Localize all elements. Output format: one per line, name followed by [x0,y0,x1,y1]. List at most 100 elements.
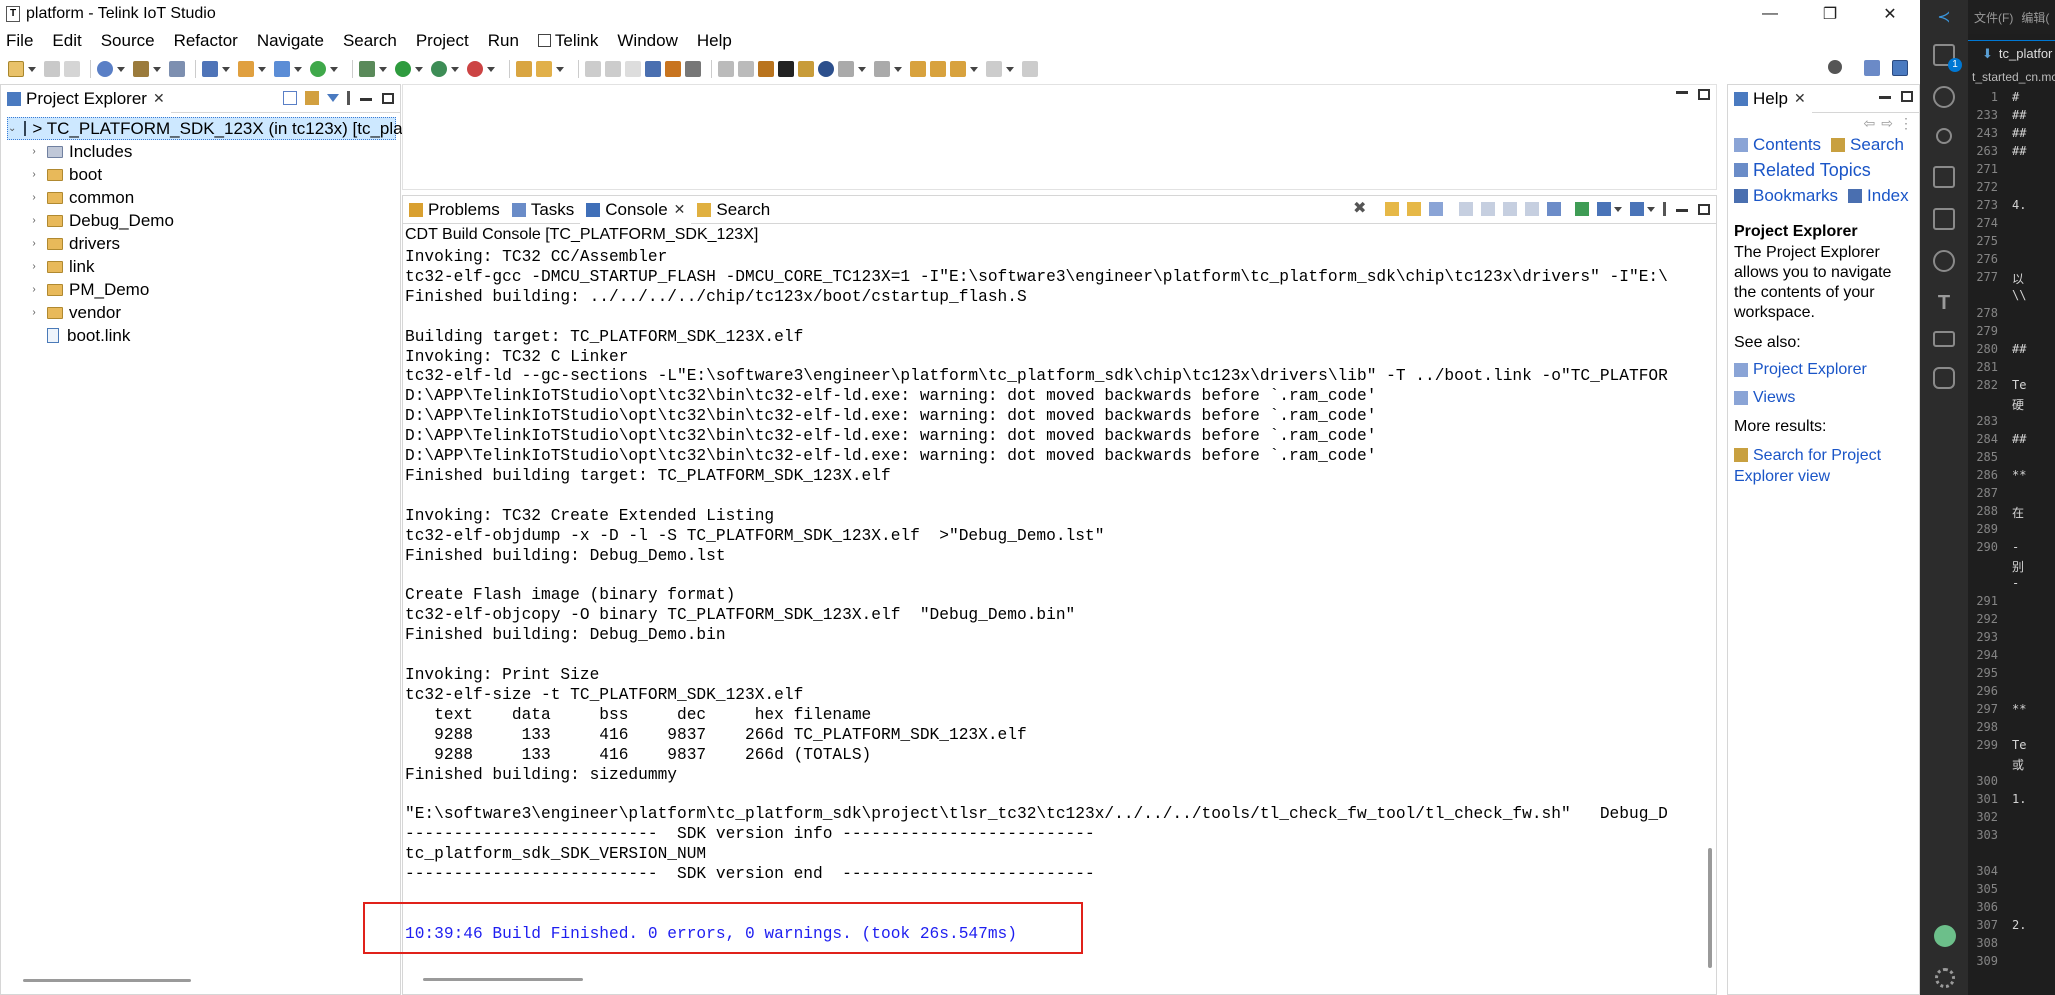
refresh-icon[interactable] [310,61,326,77]
tree-row-boot-link[interactable]: boot.link [1,324,400,347]
chip-icon[interactable] [665,61,681,77]
menu-edit[interactable]: Edit [52,31,81,51]
close-icon[interactable]: ✕ [674,201,686,218]
chevron-down-icon[interactable]: ⌄ [8,123,16,134]
maximize-icon[interactable] [1901,91,1913,102]
gear-icon[interactable] [97,61,113,77]
chevron-down-icon[interactable] [153,66,161,72]
vscode-menu-edit[interactable]: 编辑( [2021,9,2049,26]
restore-button[interactable]: ❐ [1800,0,1860,28]
tree-row-drivers[interactable]: › drivers [1,232,400,255]
vscode-menu-file[interactable]: 文件(F) [1974,9,2013,26]
build-all-icon[interactable] [169,61,185,77]
tree-row-common[interactable]: › common [1,186,400,209]
text-icon[interactable]: T [1920,292,1968,315]
avatar[interactable] [1934,925,1956,947]
tree-row-boot[interactable]: › boot [1,163,400,186]
copy-icon[interactable] [1459,202,1473,216]
chevron-down-icon[interactable] [415,66,423,72]
tab-help[interactable]: Help ✕ [1728,84,1812,113]
tree-row-includes[interactable]: › Includes [1,140,400,163]
console-select-icon[interactable] [1597,202,1611,216]
undo-icon[interactable] [718,61,734,77]
save-all-icon[interactable] [64,61,80,77]
activate-icon[interactable] [798,61,814,77]
collapse-all-icon[interactable] [283,91,297,105]
tab-tasks[interactable]: Tasks [506,196,580,224]
chevron-right-icon[interactable]: › [29,146,39,157]
menu-navigate[interactable]: Navigate [257,31,324,51]
chevron-down-icon[interactable] [222,66,230,72]
show-whitespace-icon[interactable] [625,61,641,77]
see-also-link-views[interactable]: Views [1753,389,1795,407]
pin-console-icon[interactable] [1525,202,1539,216]
menu-project[interactable]: Project [416,31,469,51]
vscode-editor-tab[interactable]: ⬇ tc_platfor [1968,40,2055,66]
tree-row-debug-demo[interactable]: › Debug_Demo [1,209,400,232]
search-icon[interactable] [1828,60,1842,74]
scroll-lock-icon[interactable] [1429,202,1443,216]
clear-console-icon[interactable] [1481,202,1495,216]
filter-icon[interactable] [327,94,339,102]
chevron-right-icon[interactable]: › [29,215,39,226]
pin-icon[interactable] [685,61,701,77]
chevron-right-icon[interactable]: › [29,307,39,318]
chevron-right-icon[interactable]: › [29,238,39,249]
close-button[interactable]: ✕ [1860,0,1920,28]
tab-console[interactable]: Console ✕ [580,195,692,224]
chevron-right-icon[interactable]: › [29,261,39,272]
timeline-activity[interactable] [1920,250,1968,272]
forward-icon[interactable]: ⇨ [1881,115,1893,132]
word-wrap-icon[interactable] [1503,202,1517,216]
search-for-view-link[interactable]: Search for Project Explorer view [1734,447,1881,485]
close-icon[interactable]: ✕ [1794,90,1806,107]
remote-activity[interactable] [1920,331,1968,347]
search-activity[interactable] [1920,86,1968,108]
toggle-mark-icon[interactable] [585,61,601,77]
save-icon[interactable] [44,61,60,77]
tree-row-vendor[interactable]: › vendor [1,301,400,324]
toggle-block-icon[interactable] [605,61,621,77]
chevron-down-icon[interactable] [487,66,495,72]
chevron-down-icon[interactable] [258,66,266,72]
gear-icon[interactable] [1935,968,1955,988]
contents-link[interactable]: Contents [1753,135,1821,155]
minimize-icon[interactable] [1676,91,1688,94]
chevron-right-icon[interactable]: › [29,284,39,295]
maximize-icon[interactable] [1698,203,1710,215]
menu-run[interactable]: Run [488,31,519,51]
chevron-down-icon[interactable] [330,66,338,72]
cpp-perspective-icon[interactable] [1892,60,1908,76]
menu-file[interactable]: File [6,31,33,51]
menu-help[interactable]: Help [697,31,732,51]
tab-search[interactable]: Search [691,196,776,224]
view-menu-icon[interactable] [1663,202,1666,216]
tab-problems[interactable]: Problems [403,196,506,224]
related-topics-link[interactable]: Related Topics [1753,160,1871,181]
erase-icon[interactable] [758,61,774,77]
bookmarks-link[interactable]: Bookmarks [1753,186,1838,206]
external-tools-icon[interactable] [467,61,483,77]
chevron-down-icon[interactable] [858,66,866,72]
menu-telink[interactable]: Telink [537,31,598,51]
remove-launch-icon[interactable]: ✖ [1353,201,1367,217]
download-icon[interactable] [778,61,794,77]
new-folder-icon[interactable] [238,61,254,77]
scm-activity[interactable] [1920,128,1968,144]
chevron-down-icon[interactable] [117,66,125,72]
pin-editor-icon[interactable] [1022,61,1038,77]
chevron-down-icon[interactable] [1614,206,1622,212]
forward-icon[interactable] [986,61,1002,77]
chevron-down-icon[interactable] [1647,206,1655,212]
vertical-scrollbar-thumb[interactable] [1708,848,1712,968]
tree-row-project[interactable]: ⌄ > TC_PLATFORM_SDK_123X (in tc123x) [tc… [7,117,422,140]
chevron-down-icon[interactable] [451,66,459,72]
maximize-icon[interactable] [382,92,394,104]
new-file-icon[interactable] [274,61,290,77]
terminal-icon[interactable] [645,61,661,77]
close-icon[interactable]: ✕ [153,90,165,107]
python-activity[interactable] [1920,367,1968,389]
run-coverage-icon[interactable] [431,61,447,77]
next-annotation-icon[interactable] [838,61,854,77]
chevron-right-icon[interactable]: › [29,192,39,203]
